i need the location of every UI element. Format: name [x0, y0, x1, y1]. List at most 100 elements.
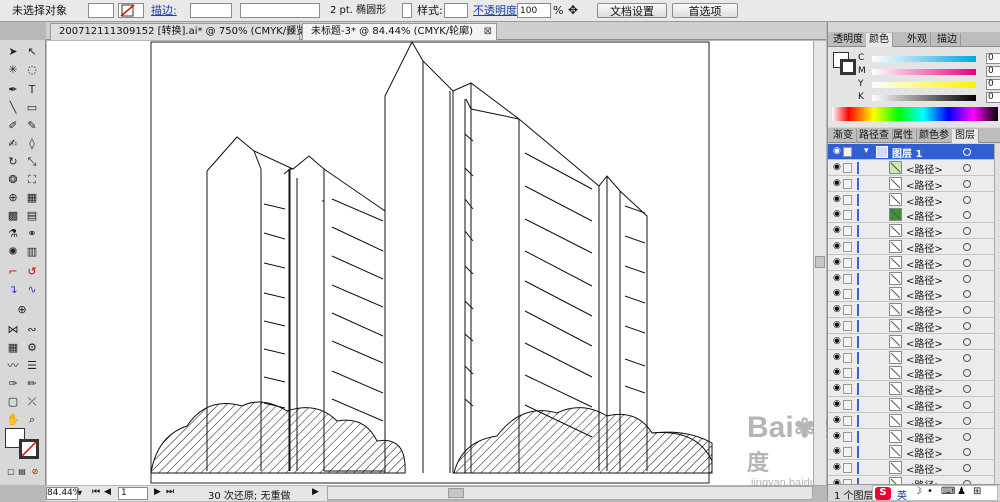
target-icon[interactable] — [963, 385, 971, 394]
path-row[interactable]: ◉ <路径> — [828, 381, 994, 398]
tab-transparency[interactable]: 透明度 — [830, 33, 867, 47]
path-row[interactable]: ◉ <路径> — [828, 223, 994, 240]
lasso-icon[interactable]: ◌ — [24, 62, 40, 78]
artwork[interactable] — [47, 40, 813, 485]
prev-page-icon[interactable]: ◀ — [104, 487, 111, 497]
target-icon[interactable] — [963, 353, 971, 362]
tab-document-1[interactable]: 200712111309152 [转换].ai* @ 750% (CMYK/预览… — [50, 23, 310, 40]
yellow-value[interactable]: 0 — [986, 79, 1000, 90]
gradient-icon[interactable]: ▤ — [24, 208, 40, 224]
path-row[interactable]: ◉ <路径> — [828, 286, 994, 303]
symbol-sprayer-icon[interactable]: ✺ — [5, 244, 21, 260]
target-icon[interactable] — [963, 401, 971, 409]
path-row[interactable]: ◉ <路径> — [828, 239, 994, 255]
path-row[interactable]: ◉ <路径> — [828, 333, 994, 350]
eye-icon[interactable]: ◉ — [833, 399, 841, 409]
crosshair-icon[interactable]: ⊕ — [14, 302, 30, 318]
path-row[interactable]: ◉ <路径> — [828, 270, 994, 287]
eye-icon[interactable]: ◉ — [833, 336, 841, 346]
lock-icon[interactable] — [843, 400, 852, 410]
lock-icon[interactable] — [843, 226, 852, 237]
target-icon[interactable] — [963, 337, 971, 346]
target-icon[interactable] — [963, 227, 971, 236]
target-icon[interactable] — [963, 290, 971, 299]
target-icon[interactable] — [963, 464, 971, 473]
selection-tool-icon[interactable]: ➤ — [5, 44, 21, 60]
dot-icon[interactable]: • — [927, 486, 933, 497]
tab-pathfinder[interactable]: 路径查 — [856, 129, 893, 143]
last-page-icon[interactable]: ⏭ — [166, 487, 174, 497]
lock-icon[interactable] — [843, 384, 852, 395]
yellow-slider[interactable] — [872, 82, 976, 88]
lock-icon[interactable] — [843, 352, 852, 363]
style-dropdown[interactable] — [444, 3, 468, 18]
ime-mode[interactable]: 英 — [897, 487, 907, 502]
pencil-icon[interactable]: ✎ — [24, 118, 40, 134]
eye-icon[interactable]: ◉ — [833, 462, 841, 472]
stroke-link[interactable]: 描边: — [151, 3, 177, 18]
path-row[interactable]: ◉ <路径> — [828, 302, 994, 319]
scroll-thumb[interactable] — [448, 488, 464, 498]
document-canvas[interactable]: Bai✾百度 jingyan.baidu.com — [47, 40, 840, 489]
path-row[interactable]: ◉ <路径> — [828, 175, 994, 192]
scale-icon[interactable]: ⤡ — [24, 154, 40, 170]
slice-icon[interactable]: ↺ — [24, 264, 40, 280]
eye-icon[interactable]: ◉ — [833, 209, 841, 219]
brush-definition[interactable]: 2 pt. 椭圆形 — [330, 3, 386, 18]
target-icon[interactable] — [963, 448, 971, 457]
lock-icon[interactable] — [843, 289, 852, 300]
layer-row[interactable]: ◉ ▾ 图层 1 — [828, 144, 994, 160]
zoom-dropdown-icon[interactable]: ▾ — [78, 488, 82, 497]
eye-icon[interactable]: ◉ — [833, 415, 841, 425]
eyedrop-2-icon[interactable]: ✑ — [5, 376, 21, 392]
black-slider[interactable] — [872, 95, 976, 101]
horizontal-scrollbar[interactable] — [327, 486, 813, 500]
eye-icon[interactable]: ◉ — [833, 304, 841, 314]
grid-icon[interactable]: ⊞ — [973, 486, 981, 497]
close-icon[interactable]: ⊠ — [484, 24, 492, 40]
target-icon[interactable] — [963, 211, 971, 220]
stroke-weight-dropdown[interactable] — [190, 3, 232, 18]
target-icon[interactable] — [963, 432, 971, 441]
blob-brush-icon[interactable]: ✍ — [5, 136, 21, 152]
lock-icon[interactable] — [843, 368, 852, 379]
variable-width-dropdown[interactable] — [240, 3, 320, 18]
zoom-field[interactable]: 84.44% — [46, 487, 81, 500]
eye-icon[interactable]: ◉ — [833, 446, 841, 456]
recolor-icon[interactable]: ✥ — [568, 3, 578, 18]
brush-dropdown[interactable] — [402, 3, 412, 18]
wave-icon[interactable]: 〰 — [5, 358, 21, 374]
target-icon[interactable] — [963, 164, 971, 172]
eye-icon[interactable]: ◉ — [833, 162, 841, 172]
perspective-icon[interactable]: ▦ — [24, 190, 40, 206]
envelope-icon[interactable]: ∾ — [24, 322, 40, 338]
slice-select-icon[interactable]: ↴ — [5, 282, 21, 298]
eye-icon[interactable]: ◉ — [833, 367, 841, 377]
path-row[interactable]: ◉ <路径> — [828, 397, 994, 413]
eye-icon[interactable]: ◉ — [833, 257, 841, 267]
opacity-input[interactable]: 100 — [517, 3, 551, 18]
eyedropper-icon[interactable]: ⚗ — [5, 226, 21, 242]
warp-icon[interactable]: ❂ — [5, 172, 21, 188]
keyboard-icon[interactable]: ⌨ — [941, 486, 955, 497]
lock-icon[interactable] — [843, 273, 852, 284]
lock-icon[interactable] — [843, 257, 852, 268]
zoom-tool-icon[interactable]: ⌕ — [24, 412, 40, 428]
lock-icon[interactable] — [843, 210, 852, 221]
black-value[interactable]: 0 — [986, 92, 1000, 103]
path-row[interactable]: ◉ <路径> — [828, 254, 994, 271]
close-icon[interactable]: ⊠ — [287, 24, 295, 40]
eraser-icon[interactable]: ◊ — [24, 136, 40, 152]
free-transform-icon[interactable]: ⛶ — [24, 172, 40, 188]
status-menu-icon[interactable]: ▶ — [312, 487, 319, 497]
lock-icon[interactable] — [843, 321, 852, 331]
shirt-icon[interactable]: ♟ — [957, 486, 966, 497]
target-icon[interactable] — [963, 416, 971, 425]
path-row[interactable]: ◉ <路径> — [828, 160, 994, 176]
measure-icon[interactable]: ✏ — [24, 376, 40, 392]
tab-document-2[interactable]: 未标题-3* @ 84.44% (CMYK/轮廓) ⊠ — [302, 23, 497, 40]
path-row[interactable]: ◉ <路径> — [828, 365, 994, 382]
tab-stroke[interactable]: 描边 — [934, 33, 961, 47]
blend-icon[interactable]: ⚭ — [24, 226, 40, 242]
vertical-scrollbar[interactable] — [813, 41, 826, 485]
